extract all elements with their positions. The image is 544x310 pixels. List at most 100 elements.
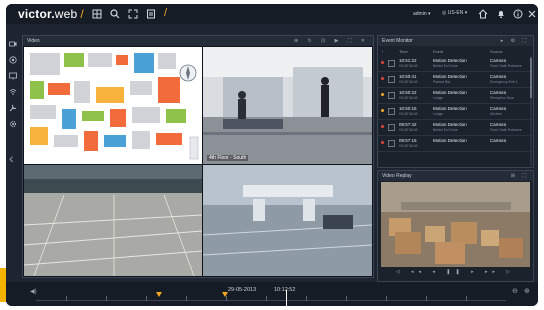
- bell-icon[interactable]: [496, 9, 506, 19]
- video-panel-toolbar[interactable]: ⊕ ↻ ⊡ ▶ ⛶ ✕: [294, 38, 369, 44]
- row-checkbox[interactable]: [388, 124, 395, 131]
- search-icon[interactable]: [110, 9, 120, 19]
- table-row[interactable]: 09:57:42 09:28 06:43 Motion Detection Br…: [378, 120, 533, 136]
- replay-video-frame[interactable]: [381, 182, 530, 267]
- event-marker[interactable]: [222, 292, 228, 297]
- event-time: 10:50:41: [399, 74, 417, 79]
- video-panel-header: Video ⊕ ↻ ⊡ ▶ ⛶ ✕: [23, 36, 373, 46]
- camera-icon[interactable]: [9, 40, 17, 48]
- row-checkbox[interactable]: [388, 92, 395, 99]
- video-replay-panel: Video Replay ⊞ ⛶ ◁ ◂◂ ◂ ❚❚ ▸ ▸▸ ▷: [377, 170, 534, 282]
- replay-controls[interactable]: ◁ ◂◂ ◂ ❚❚ ▸ ▸▸ ▷: [378, 269, 533, 279]
- event-time-sub: 09:28 06:43: [399, 96, 418, 100]
- timeline-tick: [386, 296, 387, 301]
- event-monitor-header: Event Monitor ▸ ⚙ ⛶: [378, 36, 533, 46]
- timeline-tick: [146, 296, 147, 301]
- event-type: Motion Detection: [433, 90, 467, 95]
- col-time[interactable]: Time: [399, 49, 408, 54]
- event-type-sub: Lodge: [433, 112, 443, 116]
- parking-camera-feed: [24, 165, 202, 276]
- timeline-bar: [6, 282, 538, 306]
- wireless-icon[interactable]: [9, 88, 17, 96]
- video-replay-title: Video Replay: [382, 173, 412, 179]
- row-checkbox[interactable]: [388, 140, 395, 147]
- event-time-sub: 09:28 06:43: [399, 80, 418, 84]
- table-row[interactable]: 10:50:22 09:28 06:43 Motion Detection Lo…: [378, 88, 533, 104]
- table-row[interactable]: 10:50:41 09:28 06:43 Motion Detection Pa…: [378, 72, 533, 88]
- priority-dot: [381, 141, 384, 144]
- globe-icon[interactable]: [9, 56, 17, 64]
- timeline-time: 10:12:52: [274, 287, 296, 293]
- timeline-tick: [66, 296, 67, 301]
- video-replay-toolbar[interactable]: ⊞ ⛶: [511, 173, 529, 179]
- garage-camera-feed: [203, 165, 372, 276]
- zoom-out-icon[interactable]: ⊖: [512, 287, 518, 295]
- monitor-icon[interactable]: [9, 72, 17, 80]
- tools-icon[interactable]: [9, 104, 17, 112]
- col-source[interactable]: Source: [490, 49, 503, 54]
- event-time: 09:57:15: [399, 138, 417, 143]
- bookmark-icon[interactable]: [146, 9, 156, 19]
- app-window: victor.web / / admin ▾ ◎ US-EN ▾ ‹ Video…: [6, 4, 538, 306]
- row-checkbox[interactable]: [388, 108, 395, 115]
- event-source: Camera: [490, 138, 507, 143]
- event-time: 10:50:22: [399, 90, 417, 95]
- grid-icon[interactable]: [92, 9, 102, 19]
- priority-dot: [381, 61, 384, 64]
- priority-dot: [381, 93, 384, 96]
- info-icon[interactable]: [513, 9, 523, 19]
- priority-dot: [381, 109, 384, 112]
- table-row[interactable]: 10:51:22 09:28 06:43 Motion Detection Br…: [378, 56, 533, 72]
- event-monitor-toolbar[interactable]: ▸ ⚙ ⛶: [501, 38, 529, 44]
- table-row[interactable]: 09:57:15 09:28 06:43 Motion Detection Ca…: [378, 136, 533, 152]
- col-event[interactable]: Event: [433, 49, 443, 54]
- video-panel-title: Video: [27, 38, 40, 44]
- side-tab[interactable]: [0, 268, 6, 302]
- event-table-body: 10:51:22 09:28 06:43 Motion Detection Br…: [378, 56, 533, 167]
- left-toolbar: [9, 40, 19, 136]
- language-selector[interactable]: ◎ US-EN ▾: [442, 10, 467, 16]
- expand-icon[interactable]: [128, 9, 138, 19]
- home-icon[interactable]: [478, 9, 488, 19]
- close-icon[interactable]: [527, 9, 537, 19]
- event-source-sub: Kitchen: [490, 112, 502, 116]
- event-scrollbar-thumb[interactable]: [530, 58, 532, 98]
- zoom-in-icon[interactable]: ⊕: [524, 287, 530, 295]
- table-row[interactable]: 10:50:15 09:28 06:43 Motion Detection Lo…: [378, 104, 533, 120]
- priority-dot: [381, 125, 384, 128]
- event-time: 10:51:22: [399, 58, 417, 63]
- row-checkbox[interactable]: [388, 76, 395, 83]
- timeline-tick: [466, 296, 467, 301]
- garage-camera-tile[interactable]: [203, 165, 372, 276]
- event-source-sub: Emergency Exit 1: [490, 80, 518, 84]
- timeline-tick: [426, 296, 427, 301]
- app-logo: victor.web /: [18, 7, 84, 21]
- office-camera-feed: [203, 47, 372, 164]
- map-tile[interactable]: [24, 47, 202, 164]
- event-source: Camera: [490, 58, 507, 63]
- timeline-tick: [186, 296, 187, 301]
- event-type: Motion Detection: [433, 106, 467, 111]
- timeline-playhead[interactable]: [286, 290, 287, 306]
- event-source-sub: Reception Door: [490, 96, 515, 100]
- event-type: Motion Detection: [433, 138, 467, 143]
- event-type-sub: Bristol Ext Zone: [433, 64, 458, 68]
- office-camera-tile[interactable]: 4th Floor - South: [203, 47, 372, 164]
- col-priority[interactable]: !: [382, 49, 383, 54]
- parking-camera-tile[interactable]: [24, 165, 202, 276]
- event-source: Camera: [490, 90, 507, 95]
- event-time-sub: 09:28 06:43: [399, 112, 418, 116]
- event-source-sub: Front Gate Entrance: [490, 64, 522, 68]
- warehouse-replay-feed: [381, 182, 530, 267]
- volume-icon[interactable]: ◀): [30, 288, 37, 295]
- collapse-chevron-icon[interactable]: ‹: [9, 150, 14, 166]
- event-marker[interactable]: [156, 292, 162, 297]
- row-checkbox[interactable]: [388, 60, 395, 67]
- settings-icon[interactable]: [9, 120, 17, 128]
- user-menu[interactable]: admin ▾: [413, 11, 431, 17]
- event-type: Motion Detection: [433, 74, 467, 79]
- floor-plan-map[interactable]: [24, 47, 202, 164]
- event-time: 09:57:42: [399, 122, 417, 127]
- event-type-sub: Parked Bot: [433, 80, 451, 84]
- event-monitor-panel: Event Monitor ▸ ⚙ ⛶ ! Time Event Source …: [377, 35, 534, 168]
